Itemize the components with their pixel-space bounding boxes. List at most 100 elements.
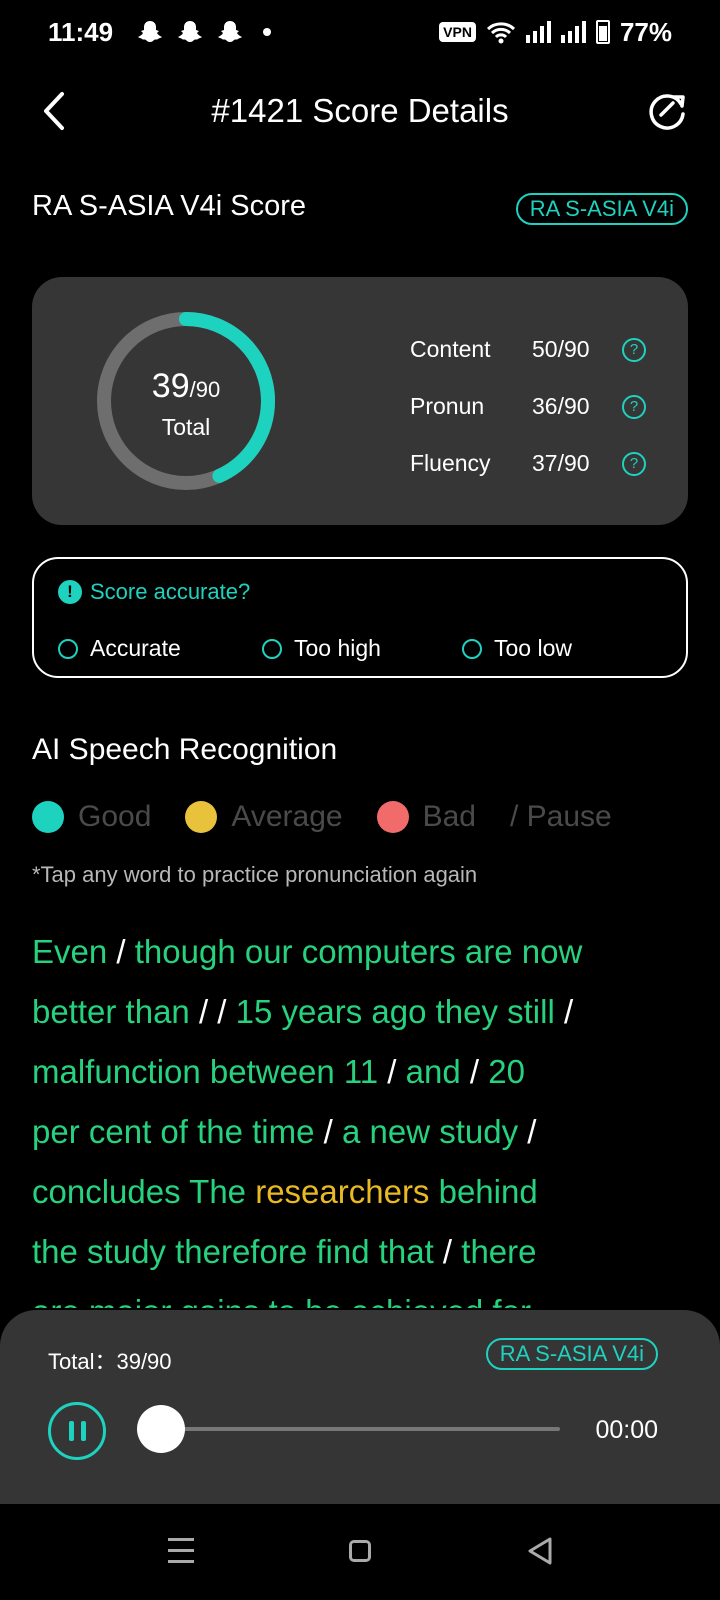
metric-value: 36/90 [532,393,590,419]
feedback-option-label: Accurate [90,635,181,661]
transcript-word[interactable]: the study therefore find that [32,1233,434,1270]
practice-hint: *Tap any word to practice pronunciation … [32,862,478,887]
metric-content: Content 50/90 ? [410,321,646,378]
pause-marker: / [460,1053,489,1090]
home-button[interactable] [349,1540,371,1562]
metric-pronun: Pronun 36/90 ? [410,378,646,435]
feedback-question: ! Score accurate? [58,579,250,605]
transcript-word[interactable]: per cent of the time [32,1113,314,1150]
legend-good: Good [32,800,151,834]
pause-button[interactable] [48,1402,106,1460]
transcript-word[interactable]: are major gains to be achieved for [32,1293,531,1308]
radio-icon[interactable] [58,638,78,659]
radio-icon[interactable] [262,638,282,659]
metric-name: Fluency [410,450,491,476]
feedback-option-label: Too high [294,635,381,661]
player-total-score: Total：39/90 [48,1349,172,1374]
transcript-word[interactable]: behind [429,1173,538,1210]
metric-fluency: Fluency 37/90 ? [410,435,646,492]
pause-marker: / [433,1233,462,1270]
total-label: Total [161,414,211,440]
info-icon: ! [58,580,82,604]
score-feedback-box: ! Score accurate? Accurate Too high Too … [32,557,688,678]
app-header: #1421 Score Details [0,72,720,152]
page-title: #1421 Score Details [211,92,509,129]
transcript-word[interactable]: malfunction between 11 [32,1053,378,1090]
transcript-word[interactable]: concludes The [32,1173,255,1210]
metric-name: Content [410,336,491,362]
transcript-word[interactable]: though our computers are now [135,933,583,970]
transcript-line: malfunction between 11 / and / 20 [32,1042,662,1102]
system-nav-bar [0,1504,720,1600]
transcript-word[interactable]: 20 [488,1053,525,1090]
total-score: 39/90 [94,367,278,406]
transcript-line: are major gains to be achieved for [32,1282,662,1308]
ai-section-title: AI Speech Recognition [32,733,338,766]
transcript-line: concludes The researchers behind [32,1162,662,1222]
snapchat-icon [138,21,163,42]
pause-marker: / [107,933,135,970]
pause-marker: / [314,1113,342,1150]
transcript-line: per cent of the time / a new study / [32,1102,662,1162]
feedback-option-label: Too low [494,635,572,661]
model-tag: RA S-ASIA V4i [515,193,688,225]
bad-dot-icon [376,801,409,833]
help-icon[interactable]: ? [622,337,646,362]
feedback-question-text: Score accurate? [90,579,251,604]
metric-name: Pronun [410,393,485,419]
total-score-value: 39 [151,367,190,405]
score-metrics: Content 50/90 ? Pronun 36/90 ? Fluency 3… [410,321,646,492]
player-model-tag: RA S-ASIA V4i [485,1338,658,1370]
pause-marker: / [554,993,574,1030]
feedback-option-accurate[interactable]: Accurate [58,635,181,662]
playback-track[interactable] [160,1427,560,1431]
snapchat-icon [178,21,203,42]
legend-label: Good [78,800,152,833]
metric-value: 50/90 [532,336,590,362]
feedback-option-too-high[interactable]: Too high [262,635,381,662]
recent-apps-button[interactable] [168,1538,194,1564]
notification-dot-icon [263,28,272,36]
legend-label: Bad [422,800,476,833]
score-section-title: RA S-ASIA V4i Score [32,190,307,222]
status-time: 11:49 [48,16,114,47]
transcript-line: the study therefore find that / there [32,1222,662,1282]
refresh-icon[interactable] [644,88,690,134]
legend-label: / Pause [509,800,612,833]
audio-player: Total：39/90 RA S-ASIA V4i 00:00 [0,1310,720,1504]
signal-icon [525,21,551,43]
help-icon[interactable]: ? [622,394,646,419]
vpn-badge: VPN [439,22,476,42]
transcript-line: Even / though our computers are now [32,922,662,982]
metric-value: 37/90 [532,450,590,476]
playback-time: 00:00 [595,1416,658,1444]
transcript: Even / though our computers are now bette… [32,922,662,1308]
help-icon[interactable]: ? [622,451,646,476]
legend-bad: Bad [376,800,476,834]
transcript-word[interactable]: and [406,1053,461,1090]
transcript-word[interactable]: a new study [342,1113,518,1150]
transcript-line: better than / / 15 years ago they still … [32,982,662,1042]
wifi-icon [486,22,515,44]
transcript-word[interactable]: 15 years ago they still [236,993,555,1030]
good-dot-icon [32,801,64,833]
signal-icon [560,21,586,43]
pause-marker: / [378,1053,406,1090]
transcript-word[interactable]: researchers [255,1173,429,1210]
playback-slider-handle[interactable] [137,1405,185,1453]
status-bar: 11:49 VPN 77% [0,0,720,64]
pause-marker: / / [189,993,236,1030]
pause-icon [69,1421,74,1441]
total-score-text: 39/90 Total [94,367,278,441]
transcript-word[interactable]: Even [32,933,107,970]
average-dot-icon [185,801,218,833]
score-card: 39/90 Total Content 50/90 ? Pronun 36/90… [32,277,688,525]
pause-icon [81,1421,86,1441]
total-score-max: /90 [189,377,221,402]
system-back-button[interactable] [526,1536,554,1566]
legend-pause: / Pause [510,800,612,834]
feedback-option-too-low[interactable]: Too low [462,635,572,662]
transcript-word[interactable]: better than [32,993,190,1030]
transcript-word[interactable]: there [461,1233,536,1270]
radio-icon[interactable] [462,638,482,659]
